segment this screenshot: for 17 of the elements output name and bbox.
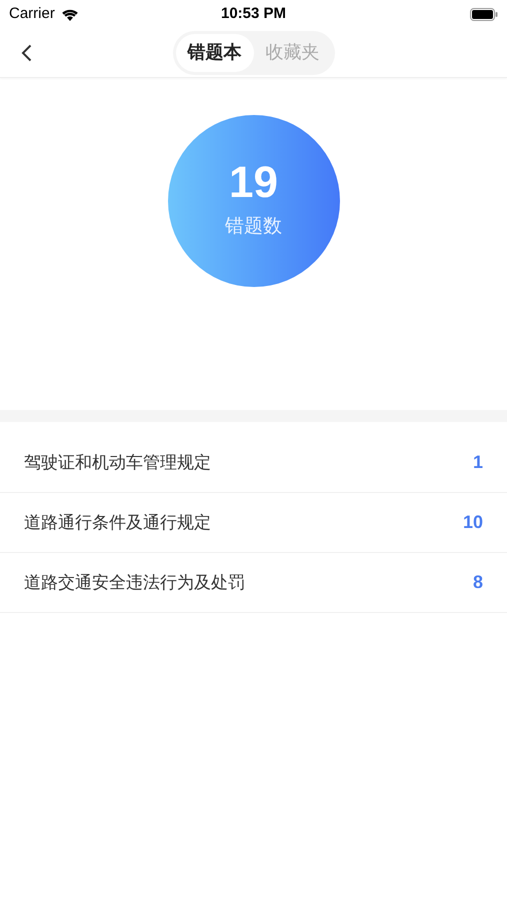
category-name: 驾驶证和机动车管理规定 bbox=[24, 452, 211, 474]
wrong-count-label: 错题数 bbox=[225, 214, 282, 239]
category-row[interactable]: 驾驶证和机动车管理规定 1 bbox=[0, 433, 507, 493]
wifi-icon bbox=[60, 8, 79, 20]
tab[interactable]: 错题本 bbox=[176, 34, 254, 72]
category-count: 10 bbox=[462, 511, 483, 534]
status-time: 10:53 PM bbox=[220, 4, 286, 24]
category-count: 8 bbox=[472, 571, 483, 594]
category-count: 1 bbox=[472, 451, 483, 474]
category-row[interactable]: 道路通行条件及通行规定 10 bbox=[0, 493, 507, 553]
battery-icon bbox=[470, 8, 498, 20]
wrong-count: 19 bbox=[229, 160, 278, 205]
category-name: 道路通行条件及通行规定 bbox=[24, 512, 211, 534]
category-row[interactable]: 道路交通安全违法行为及处罚 8 bbox=[0, 553, 507, 613]
carrier-label: Carrier bbox=[9, 4, 55, 24]
back-icon bbox=[20, 44, 32, 62]
category-name: 道路交通安全违法行为及处罚 bbox=[24, 572, 245, 594]
